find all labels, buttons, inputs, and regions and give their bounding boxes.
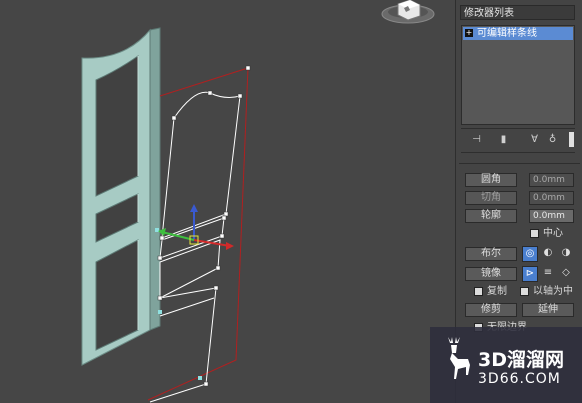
stack-toolbar: ⊣ ▮ ∀ ♁ — [461, 131, 575, 149]
outline-amount-spinner[interactable]: 0.0mm — [529, 209, 574, 223]
expand-plus-icon[interactable]: + — [465, 29, 473, 37]
boolean-button[interactable]: 布尔 — [465, 247, 517, 261]
geometry-rollout: 圆角 0.0mm 切角 0.0mm 轮廓 0.0mm 中心 布尔 ◎ ◐ ◑ 镜… — [459, 163, 580, 339]
divider — [461, 128, 575, 129]
stack-item-editable-spline[interactable]: + 可编辑样条线 — [463, 27, 573, 40]
copy-label: 复制 — [487, 286, 507, 297]
about-pivot-label: 以轴为中 — [533, 286, 573, 297]
outline-button[interactable]: 轮廓 — [465, 209, 517, 223]
remove-modifier-icon[interactable]: ♁ — [545, 132, 560, 147]
chamfer-button[interactable]: 切角 — [465, 191, 517, 205]
mirror-both-icon[interactable]: ◇ — [558, 266, 574, 282]
copy-checkbox[interactable] — [474, 287, 483, 296]
trim-button[interactable]: 修剪 — [465, 303, 517, 317]
extend-button[interactable]: 延伸 — [522, 303, 574, 317]
make-unique-icon[interactable]: ∀ — [527, 132, 542, 147]
viewcube-icon[interactable] — [381, 0, 435, 24]
modifier-list-dropdown[interactable]: 修改器列表 — [460, 5, 575, 20]
fillet-button[interactable]: 圆角 — [465, 173, 517, 187]
stack-item-label: 可编辑样条线 — [477, 28, 537, 39]
center-checkbox[interactable] — [530, 229, 539, 238]
boolean-union-icon[interactable]: ◎ — [522, 246, 538, 262]
modifier-stack[interactable]: + 可编辑样条线 — [461, 25, 575, 125]
center-label: 中心 — [543, 228, 563, 239]
spline-vertices[interactable] — [157, 65, 251, 387]
perspective-viewport[interactable] — [0, 0, 455, 403]
mirror-horizontal-icon[interactable]: ⊳ — [522, 266, 538, 282]
configure-icon[interactable] — [569, 132, 574, 147]
mirror-vertical-icon[interactable]: ≡ — [540, 266, 556, 282]
pin-icon[interactable]: ⊣ — [469, 132, 484, 147]
viewport-scene — [81, 0, 435, 403]
mirror-button[interactable]: 镜像 — [465, 267, 517, 281]
divider — [461, 152, 575, 153]
watermark-subtitle: 3D66.COM — [478, 371, 561, 387]
watermark: 3D溜溜网 3D66.COM — [430, 327, 582, 403]
about-pivot-checkbox[interactable] — [520, 287, 529, 296]
show-result-icon[interactable]: ▮ — [496, 132, 511, 147]
watermark-title: 3D溜溜网 — [478, 349, 564, 371]
boolean-intersect-icon[interactable]: ◑ — [558, 246, 574, 262]
boolean-subtract-icon[interactable]: ◐ — [540, 246, 556, 262]
door-frame-object[interactable] — [81, 27, 161, 366]
chamfer-amount-spinner[interactable]: 0.0mm — [529, 191, 574, 205]
fillet-amount-spinner[interactable]: 0.0mm — [529, 173, 574, 187]
deer-logo-icon — [448, 337, 470, 379]
